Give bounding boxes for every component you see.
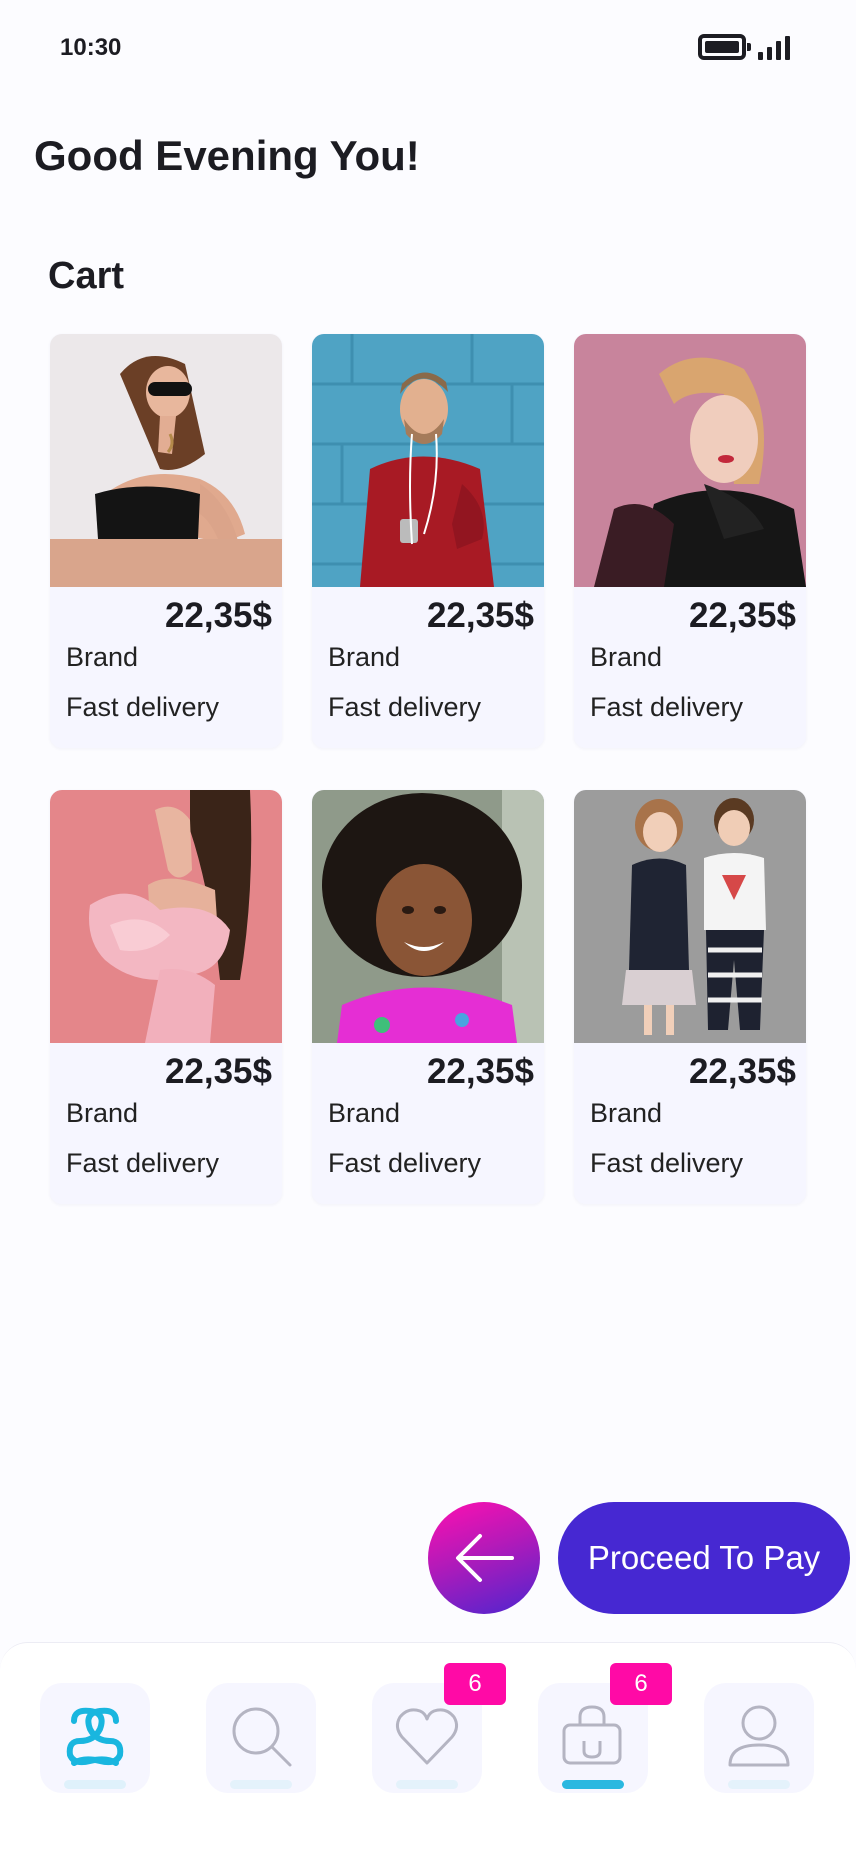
nav-indicator [562, 1780, 624, 1789]
product-brand: Brand [590, 1098, 663, 1128]
status-bar: 10:30 [0, 0, 856, 96]
signal-icon [758, 34, 790, 60]
product-delivery: Fast delivery [66, 692, 220, 722]
product-delivery: Fast delivery [66, 1148, 220, 1178]
product-price: 22,35$ [688, 596, 796, 635]
product-card[interactable]: 22,35$ Brand Fast delivery [574, 790, 806, 1204]
back-button[interactable] [428, 1502, 540, 1614]
cart-grid: 22,35$ Brand Fast delivery 22,35$ Brand … [50, 334, 808, 1204]
nav-wishlist[interactable]: 6 [372, 1663, 506, 1793]
kids-pair-photo [574, 790, 806, 1043]
greeting-title: Good Evening You! [34, 132, 420, 179]
logo-icon [66, 1707, 124, 1766]
product-delivery: Fast delivery [590, 692, 744, 722]
product-card[interactable]: 22,35$ Brand Fast delivery [574, 334, 806, 748]
cart-badge: 6 [610, 1663, 672, 1705]
nav-profile[interactable] [704, 1683, 814, 1793]
product-card[interactable]: 22,35$ Brand Fast delivery [312, 790, 544, 1204]
nav-search[interactable] [206, 1683, 316, 1793]
nav-home[interactable] [40, 1683, 150, 1793]
woman-black-scarf-photo [574, 334, 806, 587]
status-icons [698, 34, 790, 60]
battery-icon [698, 34, 751, 60]
heart-icon [395, 1708, 459, 1765]
product-brand: Brand [328, 642, 401, 672]
proceed-to-pay-button[interactable]: Proceed To Pay [558, 1502, 850, 1614]
search-icon [232, 1707, 292, 1767]
product-price: 22,35$ [426, 1052, 534, 1091]
product-price: 22,35$ [164, 1052, 272, 1091]
product-delivery: Fast delivery [590, 1148, 744, 1178]
product-brand: Brand [66, 1098, 139, 1128]
nav-indicator [396, 1780, 458, 1789]
product-brand: Brand [66, 642, 139, 672]
product-card[interactable]: 22,35$ Brand Fast delivery [50, 790, 282, 1204]
nav-indicator [64, 1780, 126, 1789]
product-brand: Brand [590, 642, 663, 672]
woman-sunglasses-photo [50, 334, 282, 587]
arrow-left-icon [456, 1534, 514, 1582]
wishlist-badge: 6 [444, 1663, 506, 1705]
product-price: 22,35$ [688, 1052, 796, 1091]
product-brand: Brand [328, 1098, 401, 1128]
product-card[interactable]: 22,35$ Brand Fast delivery [50, 334, 282, 748]
product-card[interactable]: 22,35$ Brand Fast delivery [312, 334, 544, 748]
product-delivery: Fast delivery [328, 1148, 482, 1178]
nav-cart[interactable]: 6 [538, 1663, 672, 1793]
user-icon [728, 1705, 790, 1767]
shopping-bag-icon [562, 1705, 622, 1765]
status-time: 10:30 [60, 34, 122, 61]
woman-pink-dress-photo [50, 790, 282, 1043]
nav-indicator [230, 1780, 292, 1789]
product-price: 22,35$ [164, 596, 272, 635]
product-price: 22,35$ [426, 596, 534, 635]
cart-section-title: Cart [48, 255, 125, 297]
nav-indicator [728, 1780, 790, 1789]
man-red-sweater-photo [312, 334, 544, 587]
product-delivery: Fast delivery [328, 692, 482, 722]
girl-pink-top-photo [312, 790, 544, 1043]
bottom-nav: 6 6 [0, 1642, 856, 1873]
